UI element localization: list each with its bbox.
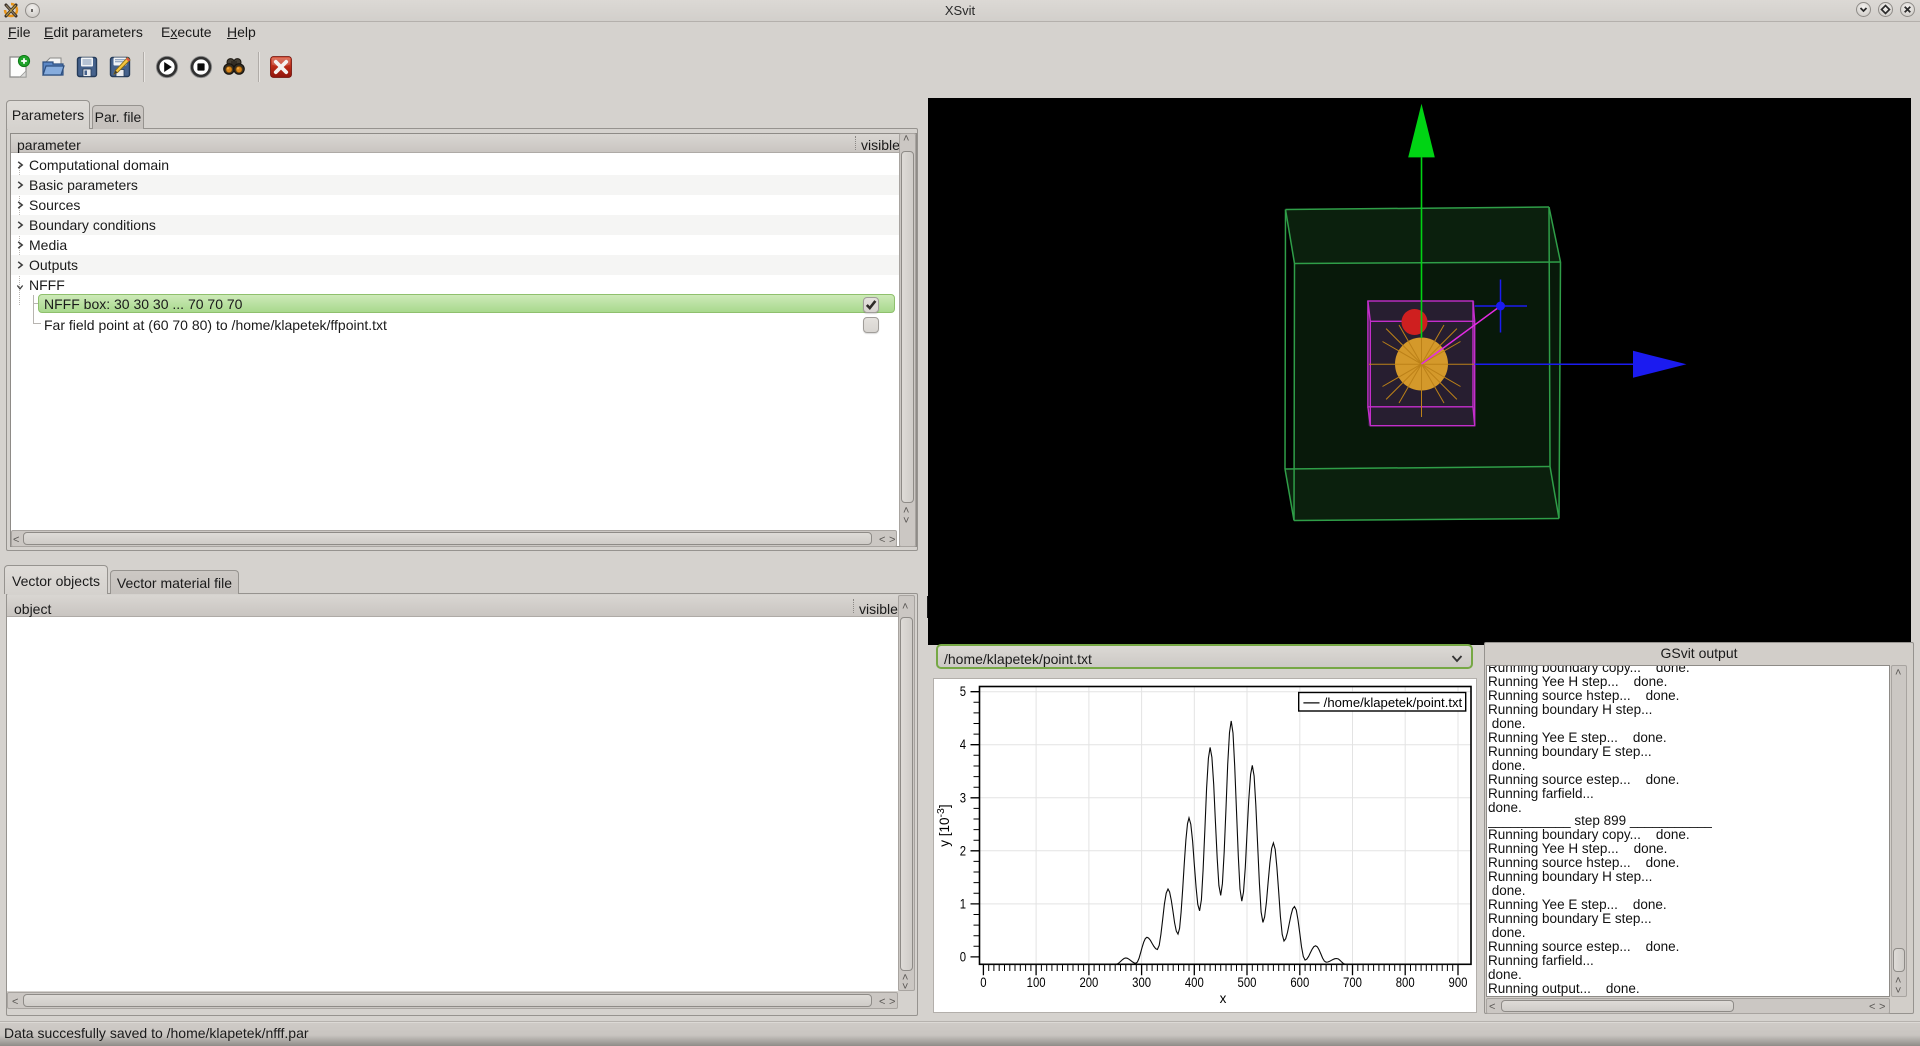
svg-text:100: 100 — [1027, 975, 1046, 990]
svg-text:900: 900 — [1449, 975, 1468, 990]
svg-text:200: 200 — [1079, 975, 1098, 990]
svg-text:/home/klapetek/point.txt: /home/klapetek/point.txt — [1324, 695, 1463, 710]
svg-text:500: 500 — [1238, 975, 1257, 990]
svg-text:300: 300 — [1132, 975, 1151, 990]
svg-text:600: 600 — [1290, 975, 1309, 990]
svg-text:800: 800 — [1396, 975, 1415, 990]
svg-text:2: 2 — [960, 843, 966, 858]
svg-text:5: 5 — [960, 684, 966, 699]
svg-text:700: 700 — [1343, 975, 1362, 990]
svg-text:1: 1 — [960, 896, 966, 911]
svg-text:4: 4 — [960, 737, 967, 752]
svg-text:y [10-3]: y [10-3] — [935, 804, 952, 846]
svg-text:0: 0 — [980, 975, 986, 990]
svg-text:3: 3 — [960, 790, 966, 805]
svg-text:400: 400 — [1185, 975, 1204, 990]
svg-text:x: x — [1220, 991, 1227, 1006]
svg-text:0: 0 — [960, 949, 966, 964]
